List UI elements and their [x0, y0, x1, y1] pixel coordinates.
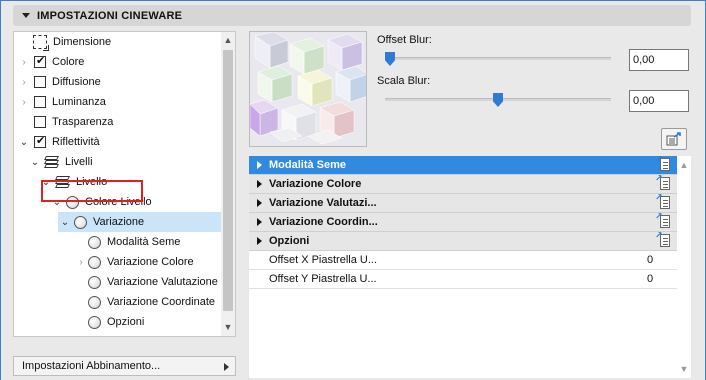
- param-value[interactable]: 0: [647, 254, 677, 266]
- sphere-icon: [88, 315, 101, 329]
- tree-item-dimensione[interactable]: Dimensione: [16, 32, 111, 52]
- sphere-icon: [88, 295, 101, 309]
- chevron-right-icon[interactable]: ›: [76, 257, 86, 268]
- favorites-icon[interactable]: ↗: [655, 173, 670, 190]
- checkbox-riflettivita[interactable]: [34, 134, 46, 148]
- parameter-scrollbar[interactable]: ▲ ▼: [677, 156, 691, 378]
- collapse-triangle-icon[interactable]: [22, 13, 30, 18]
- group-variazione-valutazione[interactable]: Variazione Valutazi... ↗: [249, 192, 677, 213]
- favorites-icon[interactable]: ↗: [655, 230, 670, 247]
- material-preview: [249, 31, 367, 147]
- offset-blur-slider[interactable]: [385, 57, 611, 60]
- tree-item-riflettivita[interactable]: ⌄ Riflettività: [19, 132, 100, 152]
- layers-icon: [44, 156, 59, 168]
- triangle-right-icon[interactable]: [257, 161, 262, 169]
- tree-item-variazione[interactable]: ⌄ Variazione: [58, 212, 221, 232]
- chevron-down-icon[interactable]: ⌄: [19, 137, 29, 148]
- scroll-up-icon[interactable]: ▲: [223, 35, 233, 45]
- tree-item-variazione-valutazione[interactable]: Variazione Valutazione: [76, 272, 218, 292]
- tree-item-diffusione[interactable]: › Diffusione: [19, 72, 101, 92]
- selection-callout: [41, 180, 143, 202]
- checkbox-diffusione[interactable]: [34, 76, 46, 88]
- offset-blur-field[interactable]: 0,00: [629, 49, 689, 71]
- tree-item-variazione-colore[interactable]: › Variazione Colore: [76, 252, 194, 272]
- triangle-right-icon[interactable]: [257, 199, 262, 207]
- scroll-up-icon[interactable]: ▲: [679, 160, 689, 170]
- transfer-settings-button[interactable]: [661, 128, 687, 150]
- tree-item-modalita-seme[interactable]: Modalità Seme: [76, 232, 180, 252]
- group-variazione-coordinate[interactable]: Variazione Coordin... ↗: [249, 211, 677, 232]
- scala-blur-field[interactable]: 0,00: [629, 90, 689, 112]
- chevron-down-icon[interactable]: ⌄: [60, 217, 70, 228]
- offset-blur-label: Offset Blur:: [377, 34, 432, 46]
- group-variazione-colore[interactable]: Variazione Colore ↗: [249, 173, 677, 194]
- group-opzioni[interactable]: Opzioni ↗: [249, 230, 677, 251]
- chevron-down-icon[interactable]: ⌄: [30, 157, 40, 168]
- scala-blur-label: Scala Blur:: [377, 75, 431, 87]
- triangle-right-icon[interactable]: [257, 218, 262, 226]
- favorites-icon[interactable]: ↗: [655, 192, 670, 209]
- sphere-icon: [74, 215, 87, 229]
- group-modalita-seme[interactable]: Modalità Seme ↗: [249, 154, 677, 175]
- chevron-right-icon[interactable]: ›: [19, 77, 29, 88]
- tree-item-livelli[interactable]: ⌄ Livelli: [30, 152, 93, 172]
- panel-header[interactable]: IMPOSTAZIONI CINEWARE: [13, 5, 691, 26]
- tree-item-colore[interactable]: › Colore: [19, 52, 84, 72]
- triangle-right-icon[interactable]: [257, 237, 262, 245]
- checkbox-colore[interactable]: [34, 54, 46, 68]
- scroll-down-icon[interactable]: ▼: [679, 364, 689, 374]
- tree-item-trasparenza[interactable]: Trasparenza: [19, 112, 113, 132]
- triangle-right-icon: [224, 363, 229, 371]
- sphere-icon: [88, 235, 101, 249]
- transfer-icon: [666, 132, 681, 146]
- tree-item-opzioni[interactable]: Opzioni: [76, 312, 144, 332]
- chevron-right-icon[interactable]: ›: [19, 97, 29, 108]
- checkbox-luminanza[interactable]: [34, 96, 46, 108]
- param-offset-x[interactable]: Offset X Piastrella U... 0: [249, 251, 677, 270]
- tree-item-luminanza[interactable]: › Luminanza: [19, 92, 106, 112]
- dimension-icon: [33, 35, 49, 51]
- tree-scroll-thumb[interactable]: [223, 50, 233, 311]
- param-offset-y[interactable]: Offset Y Piastrella U... 0: [249, 270, 677, 289]
- panel-title: IMPOSTAZIONI CINEWARE: [37, 9, 183, 22]
- favorites-icon[interactable]: ↗: [655, 211, 670, 228]
- match-settings-button[interactable]: Impostazioni Abbinamento...: [13, 356, 236, 376]
- favorites-icon[interactable]: ↗: [655, 154, 670, 171]
- tree-item-variazione-coordinate[interactable]: Variazione Coordinate: [76, 292, 215, 312]
- parameter-table[interactable]: Modalità Seme ↗ Variazione Colore ↗ Vari…: [249, 154, 677, 378]
- param-value[interactable]: 0: [647, 273, 677, 285]
- checkbox-trasparenza[interactable]: [34, 116, 46, 128]
- sphere-icon: [88, 255, 101, 269]
- triangle-right-icon[interactable]: [257, 180, 262, 188]
- scroll-down-icon[interactable]: ▼: [223, 322, 233, 332]
- chevron-right-icon[interactable]: ›: [19, 57, 29, 68]
- sphere-icon: [88, 275, 101, 289]
